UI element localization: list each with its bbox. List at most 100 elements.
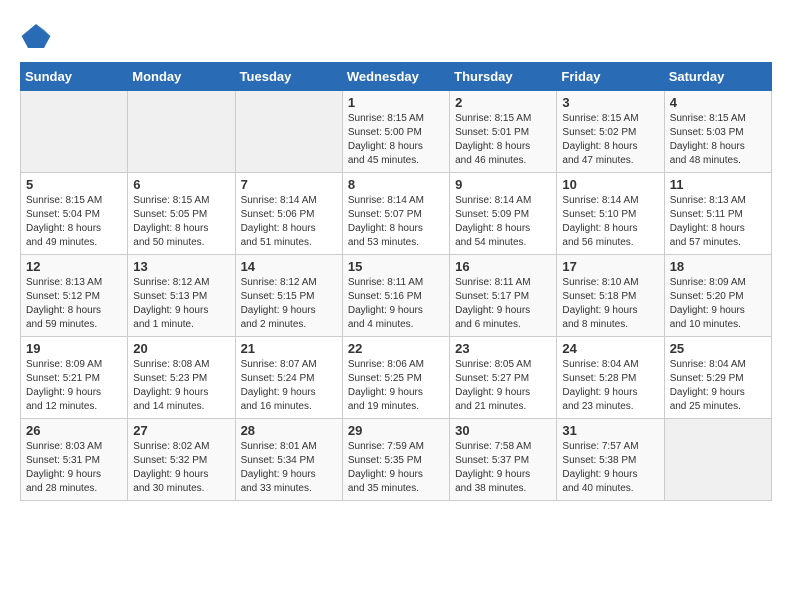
calendar-cell: 8 Sunrise: 8:14 AM Sunset: 5:07 PM Daylig…	[342, 173, 449, 255]
calendar-cell: 17 Sunrise: 8:10 AM Sunset: 5:18 PM Dayli…	[557, 255, 664, 337]
calendar-week-row: 19 Sunrise: 8:09 AM Sunset: 5:21 PM Dayli…	[21, 337, 772, 419]
day-number: 8	[348, 177, 444, 192]
day-info: Sunrise: 8:01 AM Sunset: 5:34 PM Dayligh…	[241, 440, 337, 496]
calendar-cell: 25 Sunrise: 8:04 AM Sunset: 5:29 PM Dayli…	[664, 337, 771, 419]
day-number: 5	[26, 177, 122, 192]
day-number: 13	[133, 259, 229, 274]
day-number: 7	[241, 177, 337, 192]
calendar-cell: 27 Sunrise: 8:02 AM Sunset: 5:32 PM Dayli…	[128, 419, 235, 501]
calendar-cell: 7Sunrise: 8:14 AM Sunset: 5:06 PM Daylig…	[235, 173, 342, 255]
day-number: 27	[133, 423, 229, 438]
day-info: Sunrise: 8:02 AM Sunset: 5:32 PM Dayligh…	[133, 440, 229, 496]
day-info: Sunrise: 8:15 AM Sunset: 5:00 PM Dayligh…	[348, 112, 444, 168]
day-number: 6	[133, 177, 229, 192]
day-info: Sunrise: 7:59 AM Sunset: 5:35 PM Dayligh…	[348, 440, 444, 496]
day-info: Sunrise: 8:14 AM Sunset: 5:10 PM Dayligh…	[562, 194, 658, 250]
day-number: 28	[241, 423, 337, 438]
weekday-header: Sunday	[21, 63, 128, 91]
day-info: Sunrise: 8:07 AM Sunset: 5:24 PM Dayligh…	[241, 358, 337, 414]
day-info: Sunrise: 8:15 AM Sunset: 5:01 PM Dayligh…	[455, 112, 551, 168]
day-number: 4	[670, 95, 766, 110]
calendar-cell	[664, 419, 771, 501]
calendar-cell: 29 Sunrise: 7:59 AM Sunset: 5:35 PM Dayli…	[342, 419, 449, 501]
weekday-header: Friday	[557, 63, 664, 91]
calendar-cell: 16 Sunrise: 8:11 AM Sunset: 5:17 PM Dayli…	[450, 255, 557, 337]
calendar-cell: 15Sunrise: 8:11 AM Sunset: 5:16 PM Dayli…	[342, 255, 449, 337]
day-info: Sunrise: 8:04 AM Sunset: 5:29 PM Dayligh…	[670, 358, 766, 414]
day-number: 23	[455, 341, 551, 356]
calendar-cell: 21 Sunrise: 8:07 AM Sunset: 5:24 PM Dayli…	[235, 337, 342, 419]
calendar-cell: 9 Sunrise: 8:14 AM Sunset: 5:09 PM Daylig…	[450, 173, 557, 255]
calendar-cell: 31 Sunrise: 7:57 AM Sunset: 5:38 PM Dayli…	[557, 419, 664, 501]
calendar-week-row: 1Sunrise: 8:15 AM Sunset: 5:00 PM Daylig…	[21, 91, 772, 173]
day-number: 31	[562, 423, 658, 438]
weekday-header: Monday	[128, 63, 235, 91]
day-info: Sunrise: 8:13 AM Sunset: 5:11 PM Dayligh…	[670, 194, 766, 250]
logo-icon	[20, 20, 52, 52]
day-info: Sunrise: 8:08 AM Sunset: 5:23 PM Dayligh…	[133, 358, 229, 414]
day-info: Sunrise: 8:05 AM Sunset: 5:27 PM Dayligh…	[455, 358, 551, 414]
day-info: Sunrise: 8:14 AM Sunset: 5:09 PM Dayligh…	[455, 194, 551, 250]
day-number: 30	[455, 423, 551, 438]
day-number: 29	[348, 423, 444, 438]
day-number: 10	[562, 177, 658, 192]
weekday-header-row: SundayMondayTuesdayWednesdayThursdayFrid…	[21, 63, 772, 91]
day-info: Sunrise: 8:14 AM Sunset: 5:07 PM Dayligh…	[348, 194, 444, 250]
day-number: 12	[26, 259, 122, 274]
calendar-cell: 22 Sunrise: 8:06 AM Sunset: 5:25 PM Dayli…	[342, 337, 449, 419]
day-number: 25	[670, 341, 766, 356]
calendar-cell: 20 Sunrise: 8:08 AM Sunset: 5:23 PM Dayli…	[128, 337, 235, 419]
calendar-cell: 6 Sunrise: 8:15 AM Sunset: 5:05 PM Daylig…	[128, 173, 235, 255]
day-info: Sunrise: 8:15 AM Sunset: 5:05 PM Dayligh…	[133, 194, 229, 250]
calendar-cell: 1Sunrise: 8:15 AM Sunset: 5:00 PM Daylig…	[342, 91, 449, 173]
weekday-header: Thursday	[450, 63, 557, 91]
calendar-cell: 3 Sunrise: 8:15 AM Sunset: 5:02 PM Daylig…	[557, 91, 664, 173]
day-number: 22	[348, 341, 444, 356]
day-number: 20	[133, 341, 229, 356]
day-info: Sunrise: 7:58 AM Sunset: 5:37 PM Dayligh…	[455, 440, 551, 496]
day-number: 26	[26, 423, 122, 438]
calendar-cell: 28 Sunrise: 8:01 AM Sunset: 5:34 PM Dayli…	[235, 419, 342, 501]
calendar-week-row: 5 Sunrise: 8:15 AM Sunset: 5:04 PM Daylig…	[21, 173, 772, 255]
day-number: 3	[562, 95, 658, 110]
day-info: Sunrise: 7:57 AM Sunset: 5:38 PM Dayligh…	[562, 440, 658, 496]
day-info: Sunrise: 8:09 AM Sunset: 5:21 PM Dayligh…	[26, 358, 122, 414]
day-number: 21	[241, 341, 337, 356]
calendar-cell: 24Sunrise: 8:04 AM Sunset: 5:28 PM Dayli…	[557, 337, 664, 419]
calendar-cell: 2 Sunrise: 8:15 AM Sunset: 5:01 PM Daylig…	[450, 91, 557, 173]
day-info: Sunrise: 8:12 AM Sunset: 5:13 PM Dayligh…	[133, 276, 229, 332]
day-number: 18	[670, 259, 766, 274]
day-number: 11	[670, 177, 766, 192]
calendar-cell: 10 Sunrise: 8:14 AM Sunset: 5:10 PM Dayli…	[557, 173, 664, 255]
calendar-cell	[128, 91, 235, 173]
day-info: Sunrise: 8:15 AM Sunset: 5:02 PM Dayligh…	[562, 112, 658, 168]
day-info: Sunrise: 8:06 AM Sunset: 5:25 PM Dayligh…	[348, 358, 444, 414]
day-number: 14	[241, 259, 337, 274]
calendar-week-row: 26 Sunrise: 8:03 AM Sunset: 5:31 PM Dayli…	[21, 419, 772, 501]
day-number: 17	[562, 259, 658, 274]
day-number: 2	[455, 95, 551, 110]
day-number: 15	[348, 259, 444, 274]
logo	[20, 20, 56, 52]
calendar-cell: 19 Sunrise: 8:09 AM Sunset: 5:21 PM Dayli…	[21, 337, 128, 419]
day-info: Sunrise: 8:12 AM Sunset: 5:15 PM Dayligh…	[241, 276, 337, 332]
calendar-cell: 12Sunrise: 8:13 AM Sunset: 5:12 PM Dayli…	[21, 255, 128, 337]
day-info: Sunrise: 8:11 AM Sunset: 5:17 PM Dayligh…	[455, 276, 551, 332]
calendar-cell: 13 Sunrise: 8:12 AM Sunset: 5:13 PM Dayli…	[128, 255, 235, 337]
day-info: Sunrise: 8:10 AM Sunset: 5:18 PM Dayligh…	[562, 276, 658, 332]
calendar-table: SundayMondayTuesdayWednesdayThursdayFrid…	[20, 62, 772, 501]
weekday-header: Wednesday	[342, 63, 449, 91]
day-info: Sunrise: 8:09 AM Sunset: 5:20 PM Dayligh…	[670, 276, 766, 332]
day-info: Sunrise: 8:15 AM Sunset: 5:04 PM Dayligh…	[26, 194, 122, 250]
day-info: Sunrise: 8:03 AM Sunset: 5:31 PM Dayligh…	[26, 440, 122, 496]
day-number: 9	[455, 177, 551, 192]
calendar-cell: 14 Sunrise: 8:12 AM Sunset: 5:15 PM Dayli…	[235, 255, 342, 337]
day-number: 16	[455, 259, 551, 274]
calendar-cell: 23 Sunrise: 8:05 AM Sunset: 5:27 PM Dayli…	[450, 337, 557, 419]
day-number: 19	[26, 341, 122, 356]
calendar-cell	[235, 91, 342, 173]
calendar-cell: 26 Sunrise: 8:03 AM Sunset: 5:31 PM Dayli…	[21, 419, 128, 501]
day-number: 24	[562, 341, 658, 356]
weekday-header: Tuesday	[235, 63, 342, 91]
calendar-cell: 30 Sunrise: 7:58 AM Sunset: 5:37 PM Dayli…	[450, 419, 557, 501]
